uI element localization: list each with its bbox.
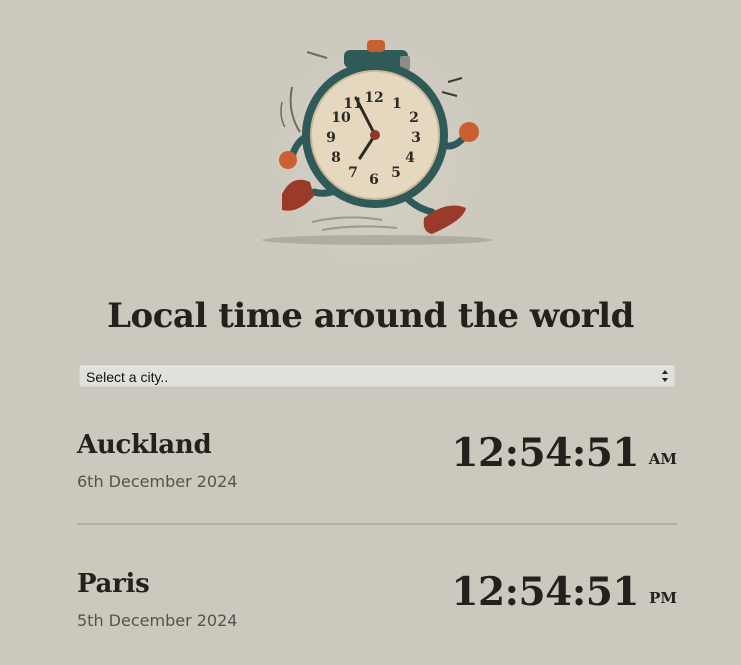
running-clock-icon: 12 1 2 3 4 5 6 7 8 9 10 11 [262, 40, 492, 245]
svg-text:1: 1 [392, 96, 402, 112]
svg-text:8: 8 [331, 150, 341, 166]
world-clock-page: 12 1 2 3 4 5 6 7 8 9 10 11 Local time ar… [0, 0, 741, 665]
city-name: Paris [77, 569, 150, 599]
svg-text:7: 7 [348, 165, 358, 181]
svg-text:10: 10 [331, 110, 351, 126]
select-arrows-icon [662, 370, 668, 382]
svg-text:12: 12 [364, 90, 383, 106]
svg-text:4: 4 [405, 150, 415, 166]
city-date: 6th December 2024 [77, 472, 238, 491]
svg-text:6: 6 [369, 172, 379, 188]
city-divider [77, 523, 677, 525]
city-select[interactable]: Select a city.. [79, 365, 675, 387]
svg-text:3: 3 [411, 130, 421, 146]
page-title: Local time around the world [107, 296, 634, 336]
city-name: Auckland [77, 430, 212, 460]
city-time: 12:54:51 [451, 430, 639, 476]
city-date: 5th December 2024 [77, 611, 238, 630]
running-alarm-clock-illustration: 12 1 2 3 4 5 6 7 8 9 10 11 [252, 22, 502, 267]
svg-text:2: 2 [409, 110, 419, 126]
city-period: AM [648, 450, 677, 468]
city-period: PM [649, 589, 677, 607]
svg-text:5: 5 [391, 165, 401, 181]
city-time: 12:54:51 [451, 569, 639, 615]
svg-text:9: 9 [326, 130, 336, 146]
city-select-value: Select a city.. [86, 369, 169, 385]
